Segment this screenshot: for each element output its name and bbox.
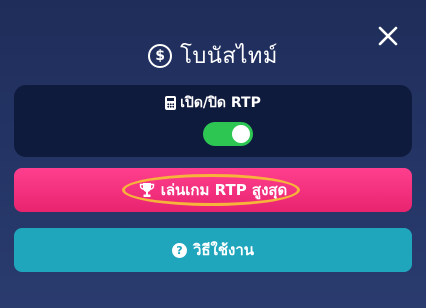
rtp-toggle-switch[interactable] — [203, 122, 253, 146]
toggle-knob — [232, 125, 250, 143]
modal-title: $ โบนัสไทม์ — [0, 38, 426, 73]
how-to-use-button[interactable]: ? วิธีใช้งาน — [14, 228, 412, 272]
rtp-label-text: เปิด/ปิด RTP — [180, 95, 261, 111]
calculator-icon — [165, 96, 177, 110]
help-icon: ? — [171, 242, 187, 258]
coin-dollar-icon: $ — [148, 43, 173, 68]
modal-title-text: โบนัสไทม์ — [180, 44, 278, 69]
rtp-label: เปิด/ปิด RTP — [14, 92, 412, 114]
rtp-toggle-panel: เปิด/ปิด RTP — [14, 85, 412, 157]
bonus-time-modal: $ โบนัสไทม์ เปิด/ปิด RTP เล่นเกม RTP สูง… — [0, 0, 426, 308]
how-to-use-label: วิธีใช้งาน — [192, 241, 255, 259]
trophy-icon — [139, 182, 155, 198]
play-max-rtp-button[interactable]: เล่นเกม RTP สูงสุด — [14, 168, 412, 212]
play-max-rtp-label: เล่นเกม RTP สูงสุด — [160, 181, 288, 199]
